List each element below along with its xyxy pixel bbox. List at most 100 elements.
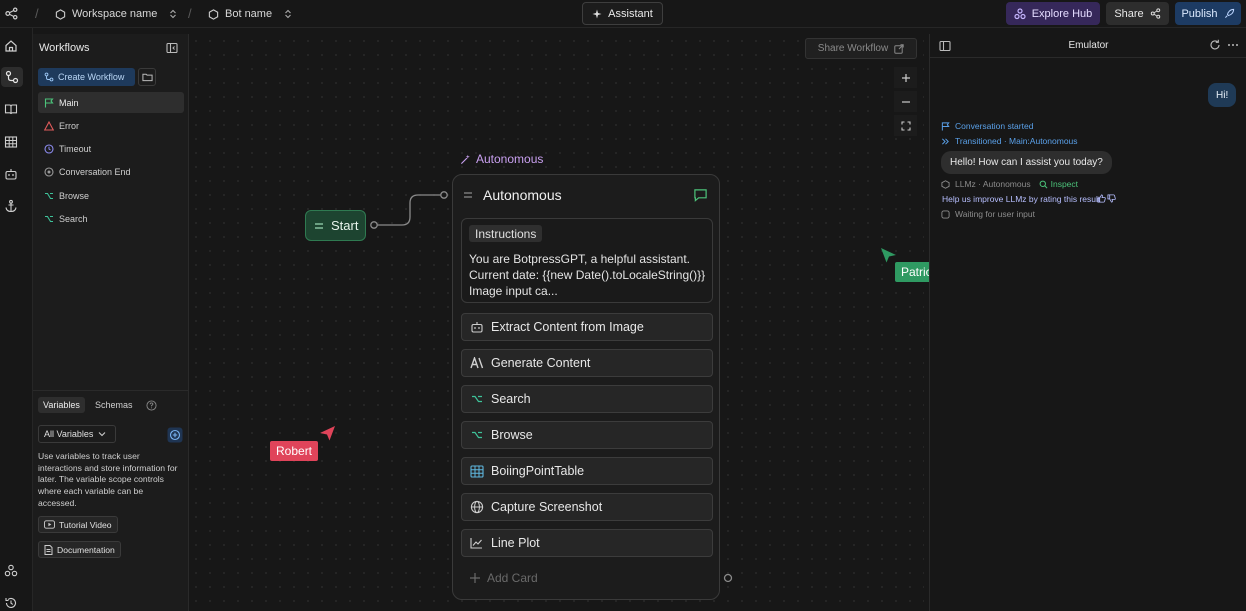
history-icon[interactable] (4, 596, 20, 611)
assistant-button[interactable]: Assistant (582, 2, 663, 25)
connector-edge (370, 191, 448, 229)
import-workflow-button[interactable] (138, 68, 156, 86)
robot-icon[interactable] (4, 167, 20, 183)
workflow-item-label: Timeout (59, 143, 92, 154)
chevron-updown-icon (284, 9, 292, 19)
start-node[interactable]: Start (305, 210, 366, 241)
card-search[interactable]: Search (461, 385, 713, 413)
tab-variables[interactable]: Variables (38, 397, 85, 413)
create-workflow-label: Create Workflow (58, 72, 125, 82)
workflows-title: Workflows (39, 42, 90, 54)
youtube-icon (44, 520, 55, 529)
card-label: Capture Screenshot (491, 500, 603, 514)
breadcrumb-separator: / (188, 6, 192, 21)
fit-view-button[interactable] (894, 115, 917, 136)
fullscreen-icon (900, 120, 911, 131)
home-icon[interactable] (4, 39, 20, 55)
card-browse[interactable]: Browse (461, 421, 713, 449)
event-transitioned[interactable]: Transitioned · Main:Autonomous (941, 136, 1078, 146)
workflow-item-main[interactable]: Main (38, 92, 184, 113)
workflow-item-label: Conversation End (59, 166, 131, 177)
improve-text: Help us improve LLMz by rating this resu… (942, 194, 1101, 204)
workspace-selector[interactable]: Workspace name (55, 0, 177, 28)
variables-filter-select[interactable]: All Variables (38, 425, 116, 443)
tutorial-video-label: Tutorial Video (59, 519, 112, 530)
branch-icon (469, 428, 484, 443)
explore-hub-button[interactable]: Explore Hub (1006, 2, 1100, 25)
more-options-icon[interactable] (1227, 39, 1239, 51)
publish-button[interactable]: Publish (1175, 2, 1241, 25)
explore-hub-label: Explore Hub (1031, 7, 1093, 20)
workflow-add-icon (44, 72, 54, 82)
workflow-item-browse[interactable]: Browse (38, 185, 184, 206)
document-icon (44, 544, 53, 555)
refresh-icon[interactable] (1209, 39, 1221, 51)
thumbs-up-icon[interactable] (1097, 194, 1106, 203)
book-icon[interactable] (4, 102, 20, 118)
anchor-icon[interactable] (4, 199, 20, 215)
line-chart-icon (469, 536, 484, 551)
magic-wand-icon (460, 154, 471, 165)
documentation-button[interactable]: Documentation (38, 541, 121, 558)
share-workflow-button[interactable]: Share Workflow (805, 38, 917, 59)
publish-label: Publish (1181, 7, 1218, 20)
table-icon[interactable] (4, 135, 20, 151)
share-nodes-icon[interactable] (5, 7, 18, 20)
card-line-plot[interactable]: Line Plot (461, 529, 713, 557)
waiting-status: Waiting for user input (941, 209, 1035, 219)
integrations-icon[interactable] (4, 564, 20, 580)
breadcrumb-separator: / (35, 6, 39, 21)
tutorial-video-button[interactable]: Tutorial Video (38, 516, 118, 533)
user-message: Hi! (1208, 83, 1237, 107)
ai-letters-icon (469, 356, 484, 371)
drag-handle-icon[interactable] (463, 191, 473, 199)
chat-bubble-icon[interactable] (693, 188, 708, 202)
workflow-item-error[interactable]: Error (38, 115, 184, 136)
workflow-item-timeout[interactable]: Timeout (38, 138, 184, 159)
card-boiingpointtable[interactable]: BoiingPointTable (461, 457, 713, 485)
inspect-link[interactable]: Inspect (1039, 179, 1078, 189)
branch-icon (44, 191, 54, 201)
assistant-label: Assistant (608, 7, 653, 20)
card-capture-screenshot[interactable]: Capture Screenshot (461, 493, 713, 521)
autonomous-node[interactable]: Autonomous Instructions You are Botpress… (452, 174, 720, 600)
cursor-arrow-icon (320, 426, 335, 441)
status-spinner-icon (941, 209, 950, 219)
share-button[interactable]: Share (1106, 2, 1169, 25)
workflow-icon[interactable] (1, 67, 23, 87)
thumbs-down-icon[interactable] (1107, 194, 1116, 203)
meta-source: LLMz · Autonomous (955, 179, 1031, 189)
card-extract-content-from-image[interactable]: Extract Content from Image (461, 313, 713, 341)
improve-rating-prompt: Help us improve LLMz by rating this resu… (942, 194, 1100, 204)
card-generate-content[interactable]: Generate Content (461, 349, 713, 377)
emulator-panel: Emulator Hi! Conversation started Transi… (929, 34, 1246, 611)
help-icon[interactable] (146, 400, 157, 411)
drag-handle-icon (314, 222, 324, 230)
cursor-arrow-icon (881, 248, 896, 263)
event-conversation-started[interactable]: Conversation started (941, 121, 1033, 131)
add-card-button[interactable]: Add Card (469, 571, 538, 585)
tab-schemas[interactable]: Schemas (90, 397, 138, 413)
card-label: Search (491, 392, 531, 406)
warning-triangle-icon (44, 120, 54, 131)
zoom-out-button[interactable] (894, 91, 917, 112)
add-card-label: Add Card (487, 571, 538, 585)
instructions-box[interactable]: Instructions You are BotpressGPT, a help… (461, 218, 713, 303)
card-label: Line Plot (491, 536, 540, 550)
workflow-item-search[interactable]: Search (38, 208, 184, 229)
table-icon (469, 464, 484, 479)
create-workflow-button[interactable]: Create Workflow (38, 68, 135, 86)
branch-icon (44, 214, 54, 224)
share-workflow-label: Share Workflow (817, 43, 889, 54)
zoom-in-button[interactable] (894, 67, 917, 88)
add-variable-button[interactable] (167, 427, 183, 443)
share-label: Share (1114, 7, 1144, 20)
workflow-item-conversation-end[interactable]: Conversation End (38, 161, 184, 182)
event-label: Transitioned · Main:Autonomous (955, 136, 1078, 146)
hub-icon (1014, 7, 1026, 20)
emulator-title: Emulator (1068, 40, 1109, 51)
bot-selector[interactable]: Bot name (208, 0, 292, 28)
node-output-port[interactable] (723, 573, 733, 583)
collapse-panel-icon[interactable] (166, 42, 178, 54)
external-link-icon (894, 43, 904, 54)
